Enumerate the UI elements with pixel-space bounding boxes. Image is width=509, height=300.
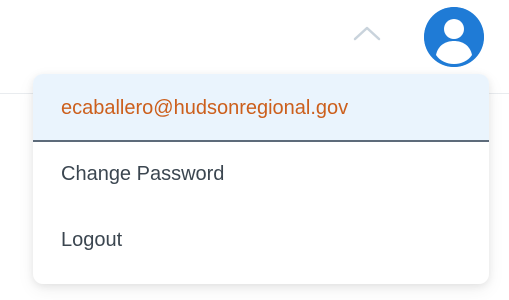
logout-menu-item[interactable]: Logout <box>33 210 489 270</box>
user-dropdown-menu: ecaballero@hudsonregional.gov Change Pas… <box>33 74 489 284</box>
change-password-menu-item[interactable]: Change Password <box>33 144 489 204</box>
app-page: ecaballero@hudsonregional.gov Change Pas… <box>0 0 509 300</box>
account-email: ecaballero@hudsonregional.gov <box>61 97 349 119</box>
chevron-up-icon-graphic <box>353 26 381 41</box>
chevron-up-icon[interactable] <box>351 22 383 42</box>
change-password-label: Change Password <box>61 163 225 185</box>
account-email-row: ecaballero@hudsonregional.gov <box>33 74 489 142</box>
logout-label: Logout <box>61 229 123 251</box>
user-icon <box>424 7 484 67</box>
user-avatar-button[interactable] <box>424 7 484 67</box>
